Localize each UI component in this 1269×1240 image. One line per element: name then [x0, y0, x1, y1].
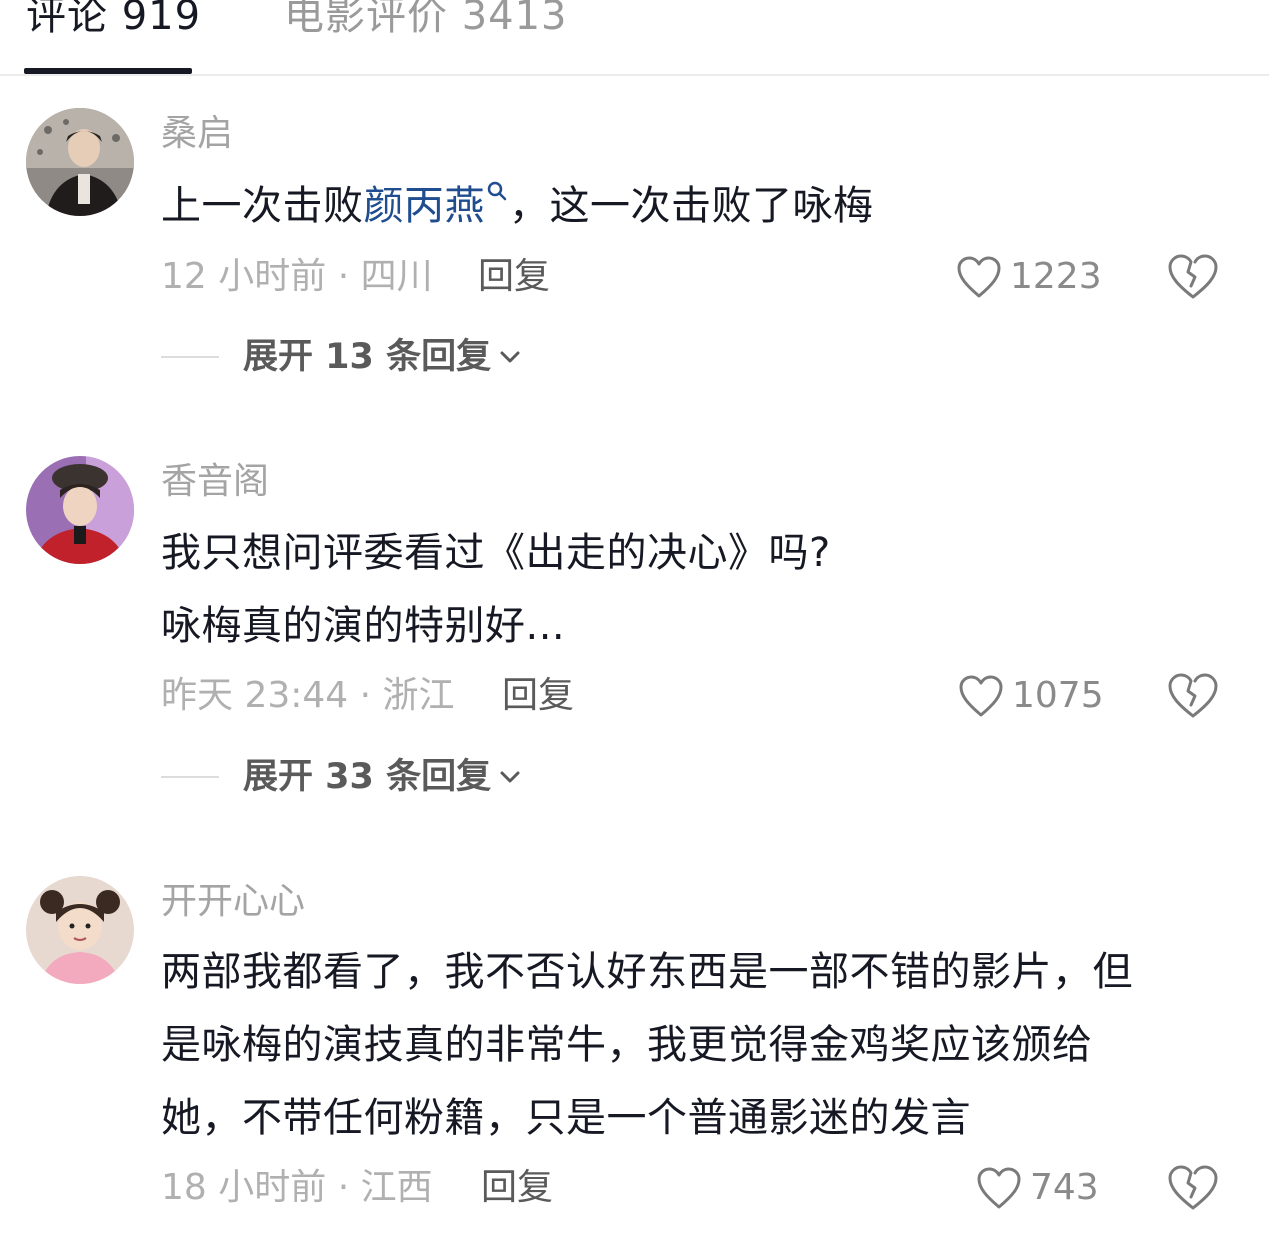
avatar[interactable] — [26, 108, 134, 216]
heart-outline-icon — [977, 1167, 1021, 1209]
chevron-down-icon — [500, 771, 520, 783]
expand-replies-label: 展开 33 条回复 — [243, 757, 492, 797]
comment-text-line: 两部我都看了，我不否认好东西是一部不错的影片，但 — [161, 949, 1133, 995]
expand-replies-button[interactable]: 展开 33 条回复 — [161, 753, 523, 801]
comment-text-line: 咏梅真的演的特别好... — [161, 603, 566, 649]
comment-text-line: 是咏梅的演技真的非常牛，我更觉得金鸡奖应该颁给 — [161, 1022, 1093, 1068]
comment-text-part: ，这一次击败了咏梅 — [509, 183, 874, 229]
expand-replies-label: 展开 13 条回复 — [243, 337, 492, 377]
comment-text: 上一次击败颜丙燕 ，这一次击败了咏梅 — [161, 178, 874, 234]
like-button[interactable]: 1075 — [958, 672, 1104, 720]
like-count: 1075 — [1012, 675, 1104, 716]
heart-outline-icon — [959, 675, 1003, 717]
heart-outline-icon — [957, 256, 1001, 298]
comment-meta: 18 小时前 · 江西 — [161, 1167, 433, 1208]
avatar[interactable] — [26, 456, 134, 564]
comment-text-line: 我只想问评委看过《出走的决心》吗? — [161, 530, 831, 576]
like-button[interactable]: 1223 — [956, 253, 1102, 301]
tab-movie-reviews[interactable]: 电影评价 3413 — [284, 0, 568, 44]
reply-button[interactable]: 回复 — [502, 672, 574, 720]
chevron-down-icon — [500, 351, 520, 363]
expand-replies-button[interactable]: 展开 13 条回复 — [161, 333, 523, 381]
comment-meta: 昨天 23:44 · 浙江 — [161, 675, 455, 716]
reply-button[interactable]: 回复 — [481, 1164, 553, 1212]
search-icon[interactable] — [485, 178, 509, 218]
like-button[interactable]: 743 — [976, 1164, 1099, 1212]
reply-button[interactable]: 回复 — [478, 253, 550, 301]
expand-divider — [161, 776, 219, 778]
comment-text-line: 她，不带任何粉籍，只是一个普通影迷的发言 — [161, 1095, 971, 1141]
comment-tabs: 评论 919 电影评价 3413 — [0, 0, 1269, 76]
avatar[interactable] — [26, 876, 134, 984]
comment-text-part: 上一次击败 — [161, 183, 364, 229]
active-tab-indicator — [24, 68, 192, 74]
broken-heart-icon — [1168, 673, 1218, 718]
like-count: 743 — [1030, 1167, 1099, 1208]
username[interactable]: 开开心心 — [161, 878, 305, 926]
dislike-button[interactable] — [1166, 1164, 1220, 1212]
username[interactable]: 香音阁 — [161, 458, 269, 506]
tab-comments[interactable]: 评论 919 — [26, 0, 201, 44]
expand-divider — [161, 356, 219, 358]
username[interactable]: 桑启 — [161, 110, 233, 158]
search-link[interactable]: 颜丙燕 — [364, 183, 486, 229]
broken-heart-icon — [1168, 254, 1218, 299]
like-count: 1223 — [1010, 256, 1102, 297]
comment-meta: 12 小时前 · 四川 — [161, 256, 433, 297]
broken-heart-icon — [1168, 1165, 1218, 1210]
dislike-button[interactable] — [1166, 672, 1220, 720]
dislike-button[interactable] — [1166, 253, 1220, 301]
